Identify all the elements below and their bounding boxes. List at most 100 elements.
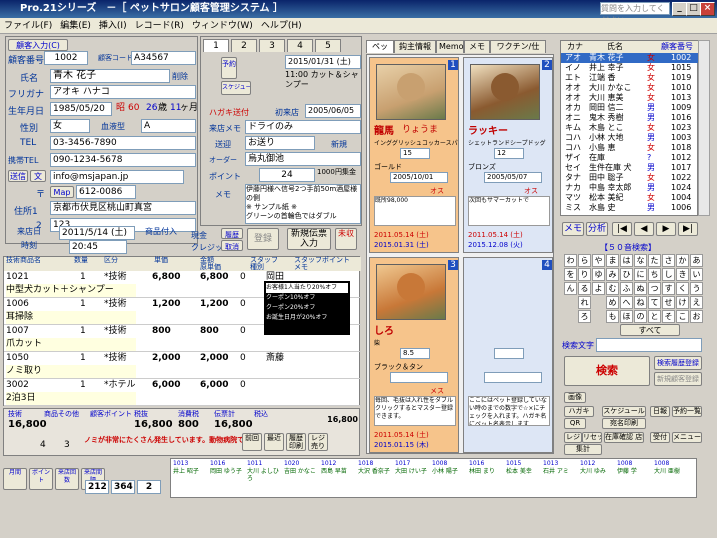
pet-dob[interactable]: 2005/05/07 [484,172,542,183]
kana-key[interactable]: へ [620,296,633,309]
menu-item-4[interactable]: ウィンドウ(W) [188,18,257,34]
kana-key[interactable]: も [606,310,619,323]
list-item[interactable]: オオ 大川 恵美 女 1013 [561,93,699,103]
reservation-tab-3[interactable]: 3 [259,39,285,52]
map-button[interactable]: Map [50,186,74,198]
list-item[interactable]: オオ 大川 かなこ 女 1010 [561,83,699,93]
kana-key[interactable]: え [690,296,703,309]
nav-arrow-icon[interactable]: ▶ [656,222,676,236]
pet-memo[interactable]: 次回もサマーカットで [468,196,550,226]
customer-no-field[interactable]: 1002 [44,51,88,65]
memo-button[interactable]: メモ [562,222,584,236]
list-item[interactable]: マツ 松本 美紀 女 1004 [561,193,699,203]
list-item[interactable]: イノ 井上 幸子 女 1015 [561,63,699,73]
totals-button-0[interactable]: 前回 [242,433,262,451]
search-button[interactable]: 検索 [564,356,650,386]
search-history-button[interactable]: 検索履歴登録 [654,356,702,370]
list-item[interactable]: オカ 岡田 信二 男 1009 [561,103,699,113]
kana-key[interactable]: せ [662,296,675,309]
mail-body-button[interactable]: 文 [30,170,46,182]
close-button[interactable]: × [700,2,715,16]
kana-key[interactable]: す [662,282,675,295]
staff-col-name[interactable]: 西島 早苗 [321,468,355,475]
slip-row[interactable]: 1050 1 *技術 2,000 2,000 0 斎藤 ノミ取り [4,352,361,379]
cancel-button[interactable]: 取消 [221,240,243,251]
pet-dob[interactable]: 2005/10/01 [390,172,448,183]
pet-weight[interactable]: 8.5 [400,348,430,359]
daily-button[interactable]: 日報 [650,406,670,417]
pet-tab-1[interactable]: 鈎主情報 [394,40,436,53]
all-button[interactable]: すべて [620,324,680,336]
kana-key[interactable]: と [648,310,661,323]
pet-dob[interactable] [484,372,542,383]
menu-item-5[interactable]: ヘルプ(H) [257,18,306,34]
pet-weight[interactable]: 15 [400,148,430,159]
coupon-option[interactable]: クーポン20%オフ [266,303,348,313]
list-item[interactable]: オニ 鬼木 秀樹 男 1016 [561,113,699,123]
kana-key[interactable]: め [606,296,619,309]
staff-col-name[interactable]: 大田 けい子 [395,468,429,475]
kana-key[interactable]: の [634,310,647,323]
sex-select[interactable]: 女 [50,119,90,133]
kana-key[interactable]: ひ [620,268,633,281]
kana-key[interactable]: わ [564,254,577,267]
kana-key[interactable]: き [676,268,689,281]
tel-field[interactable]: 03-3456-7890 [50,136,196,150]
pet-weight[interactable]: 12 [494,148,524,159]
reservation-tab-2[interactable]: 2 [231,39,257,52]
kana-key[interactable]: こ [676,310,689,323]
customer-code-field[interactable]: A34567 [131,51,196,65]
pet-card[interactable]: 2 ラッキー シェットランドシープドッグ 12 ブロンズ 2005/05/07 オス 次回もサ… [463,57,553,253]
schedule-button[interactable]: スケジュール [602,406,646,417]
list-item[interactable]: セイ 生件在庫 犬 男 1017 [561,163,699,173]
kana-key[interactable]: を [564,268,577,281]
receipt-button[interactable]: 受付 [650,432,670,443]
pet-dob[interactable] [390,372,448,383]
coupon-popup[interactable]: お客様1人当たり20%オフ クーポン10%オフ クーポン20%オフ お誕生日月が20%… [264,281,350,335]
staff-col-name[interactable]: 伊藤 学 [617,468,651,475]
analysis-button[interactable]: 分析 [586,222,608,236]
kana-key[interactable]: ね [634,296,647,309]
visit-date-field[interactable]: 2011/5/14 (土) [59,226,135,240]
kana-key[interactable]: い [690,268,703,281]
kana-key[interactable]: ら [578,254,591,267]
schedule-button[interactable]: スケジュール [221,81,251,95]
staff-col-name[interactable]: 大沢 香奈子 [358,468,392,475]
nav-arrow-icon[interactable]: ◀ [634,222,654,236]
list-item[interactable]: ナカ 中島 幸太郎 男 1024 [561,183,699,193]
image-button[interactable]: 画像 [564,392,586,403]
name-field[interactable]: 青木 花子 [50,69,170,83]
dm-field[interactable]: ドライのみ [245,120,361,134]
nav-arrow-icon[interactable]: ▶| [678,222,698,236]
pet-card[interactable]: 3 しろ柴 8.5 ブラック＆タン メス 毎回、毛抜は入れ性をダブルクリックするとマスター… [369,257,459,453]
bottom-button-2[interactable]: 来店回数 [55,468,79,490]
pet-tab-2[interactable]: Memo [436,40,464,53]
history-button[interactable]: 履歴 [221,228,243,239]
kana-key[interactable]: は [620,254,633,267]
menu-button[interactable]: メニュー [672,432,702,443]
address1-field[interactable]: 京都市伏見区桃山町真宮 [50,201,196,215]
kana-key[interactable]: に [634,268,647,281]
pet-memo[interactable]: ここにはペット登録していない時のまでの数字で☆×にチェックを入れます。ハガキ名に… [468,396,550,426]
reservation-tab-5[interactable]: 5 [315,39,341,52]
kana-field[interactable]: アオキ ハナコ [50,85,196,99]
staff-col-name[interactable]: 岡田 ゆう子 [210,468,244,475]
cash-button[interactable]: 集計 [564,444,602,455]
reservation-tab-4[interactable]: 4 [287,39,313,52]
kana-key[interactable]: か [676,254,689,267]
list-item[interactable]: ミス 水島 史 男 1006 [561,203,699,213]
pet-tab-3[interactable]: メモ [464,40,490,53]
kana-key[interactable]: ち [648,268,661,281]
register-button[interactable]: レジ [564,432,582,443]
menu-item-3[interactable]: レコード(R) [131,18,188,34]
kana-key[interactable]: あ [690,254,703,267]
kana-key[interactable]: そ [662,310,675,323]
kana-key[interactable]: ほ [620,310,633,323]
pet-tab-0[interactable]: ペット [366,40,394,63]
kana-key[interactable]: な [634,254,647,267]
kana-key[interactable]: ま [606,254,619,267]
menu-item-2[interactable]: 挿入(I) [95,18,131,34]
memo-field[interactable]: 伊藤円様へ信号2つ手前50m酒屋様の側 ※ サンプル紙 ※ グリーンの首輪色では… [245,184,361,224]
stock-button[interactable]: 在庫確認 店舗履歴 [604,432,644,443]
staff-col-name[interactable]: 大川 亜樹 [654,468,688,475]
